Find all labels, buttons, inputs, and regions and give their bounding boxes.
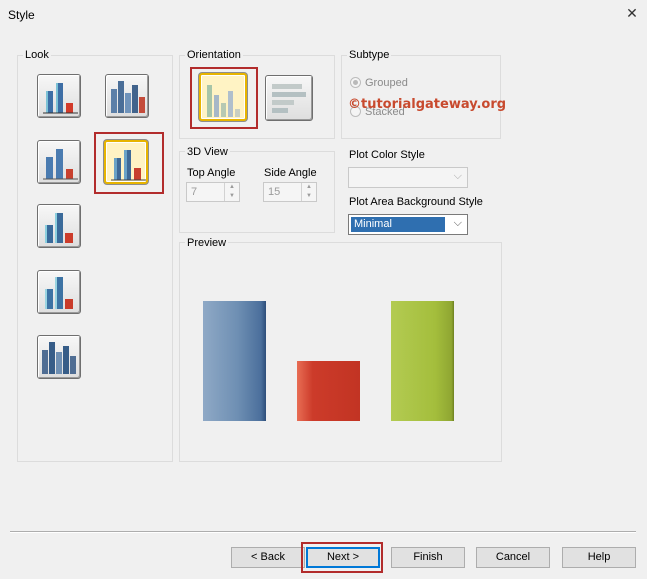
chevron-down-icon: ⌵ bbox=[453, 170, 462, 182]
look-thumb-3[interactable] bbox=[37, 140, 81, 184]
orientation-label: Orientation bbox=[185, 49, 243, 61]
plot-area-bg-label: Plot Area Background Style bbox=[349, 196, 483, 208]
subtype-grouped-radio[interactable] bbox=[350, 77, 361, 88]
preview-bar-1 bbox=[203, 301, 266, 421]
preview-label: Preview bbox=[185, 237, 229, 249]
top-angle-stepper[interactable]: 7 ▲ ▼ bbox=[186, 182, 240, 202]
orientation-horizontal-button[interactable] bbox=[265, 75, 313, 121]
subtype-label: Subtype bbox=[347, 49, 392, 61]
help-button[interactable]: Help bbox=[562, 547, 636, 568]
plot-color-style-label: Plot Color Style bbox=[349, 149, 425, 161]
top-angle-label: Top Angle bbox=[187, 167, 236, 179]
orientation-vertical-button[interactable] bbox=[199, 73, 247, 121]
preview-bar-2 bbox=[297, 361, 360, 421]
plot-color-style-select[interactable]: ⌵ bbox=[348, 167, 468, 188]
top-angle-value: 7 bbox=[191, 186, 198, 198]
plot-area-bg-select[interactable]: Minimal ⌵ bbox=[348, 214, 468, 235]
side-angle-label: Side Angle bbox=[264, 167, 317, 179]
preview-bar-3 bbox=[391, 301, 454, 421]
close-icon[interactable]: ✕ bbox=[622, 4, 642, 22]
look-thumb-6[interactable] bbox=[37, 270, 81, 314]
look-thumb-1[interactable] bbox=[37, 74, 81, 118]
watermark-text: ©tutorialgateway.org bbox=[348, 97, 507, 112]
side-angle-value: 15 bbox=[268, 186, 281, 198]
look-thumb-5[interactable] bbox=[37, 204, 81, 248]
look-thumb-2[interactable] bbox=[105, 74, 149, 118]
chevron-down-icon: ⌵ bbox=[453, 217, 462, 229]
top-angle-up-icon[interactable]: ▲ bbox=[225, 183, 239, 192]
cancel-button[interactable]: Cancel bbox=[476, 547, 550, 568]
look-label: Look bbox=[23, 49, 51, 61]
side-angle-up-icon[interactable]: ▲ bbox=[302, 183, 316, 192]
plot-area-bg-value: Minimal bbox=[351, 217, 445, 232]
side-angle-down-icon[interactable]: ▼ bbox=[302, 192, 316, 201]
back-button[interactable]: < Back bbox=[231, 547, 305, 568]
next-button[interactable]: Next > bbox=[306, 547, 380, 568]
look-thumb-4[interactable] bbox=[104, 140, 148, 184]
footer-separator bbox=[10, 531, 636, 533]
look-thumb-7[interactable] bbox=[37, 335, 81, 379]
top-angle-down-icon[interactable]: ▼ bbox=[225, 192, 239, 201]
finish-button[interactable]: Finish bbox=[391, 547, 465, 568]
side-angle-stepper[interactable]: 15 ▲ ▼ bbox=[263, 182, 317, 202]
subtype-grouped-label: Grouped bbox=[365, 77, 408, 89]
window-title: Style bbox=[8, 8, 35, 22]
view3d-label: 3D View bbox=[185, 146, 230, 158]
